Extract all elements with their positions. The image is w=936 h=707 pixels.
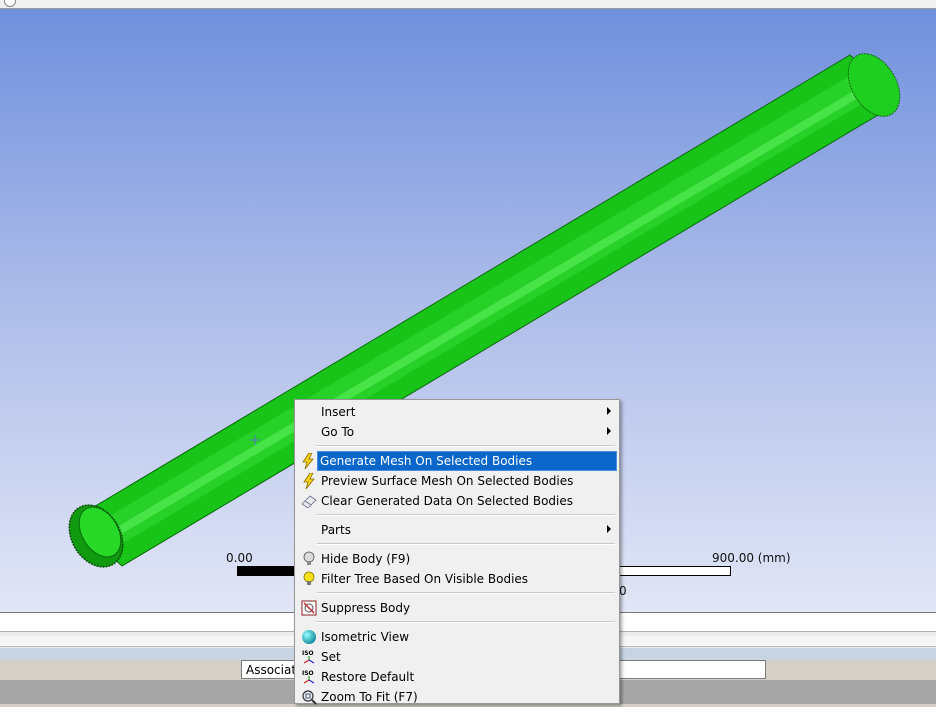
menu-item-label: Zoom To Fit (F7) bbox=[321, 690, 418, 704]
scale-right-label: 900.00 (mm) bbox=[712, 551, 791, 565]
menu-item-suppress-body[interactable]: Suppress Body bbox=[297, 598, 617, 618]
iso-axes-icon: ISO bbox=[301, 649, 317, 665]
sphere-icon bbox=[301, 629, 317, 645]
suppress-icon bbox=[301, 600, 317, 616]
eraser-icon bbox=[301, 493, 317, 509]
submenu-arrow-icon bbox=[607, 427, 611, 435]
menu-item-parts[interactable]: Parts bbox=[297, 520, 617, 540]
menu-item-label: Set bbox=[321, 650, 341, 664]
menu-item-preview-surface-mesh[interactable]: Preview Surface Mesh On Selected Bodies bbox=[297, 471, 617, 491]
menu-item-clear-generated-data[interactable]: Clear Generated Data On Selected Bodies bbox=[297, 491, 617, 511]
menu-item-label: Insert bbox=[321, 405, 356, 419]
svg-text:ISO: ISO bbox=[302, 650, 314, 657]
menu-item-label: Hide Body (F9) bbox=[321, 552, 411, 566]
scale-left-label: 0.00 bbox=[226, 551, 253, 565]
svg-text:ISO: ISO bbox=[302, 670, 314, 677]
lightning-icon bbox=[300, 453, 316, 469]
menu-separator bbox=[317, 543, 615, 545]
menu-item-generate-mesh[interactable]: Generate Mesh On Selected Bodies bbox=[302, 451, 617, 471]
menu-item-hide-body[interactable]: Hide Body (F9) bbox=[297, 549, 617, 569]
zoom-fit-icon bbox=[301, 689, 317, 705]
menu-item-set[interactable]: ISO Set bbox=[297, 647, 617, 667]
menu-separator bbox=[317, 592, 615, 594]
menu-item-go-to[interactable]: Go To bbox=[297, 422, 617, 442]
scale-mid-label: 0 bbox=[619, 584, 627, 598]
menu-item-label: Parts bbox=[321, 523, 351, 537]
menu-item-label: Preview Surface Mesh On Selected Bodies bbox=[321, 474, 574, 488]
menu-item-label: Generate Mesh On Selected Bodies bbox=[320, 454, 533, 468]
menu-separator bbox=[317, 621, 615, 623]
menu-item-label: Suppress Body bbox=[321, 601, 411, 615]
lightbulb-off-icon bbox=[301, 551, 317, 567]
menu-item-label: Go To bbox=[321, 425, 355, 439]
menu-item-label: Filter Tree Based On Visible Bodies bbox=[321, 572, 529, 586]
lightbulb-on-icon bbox=[301, 571, 317, 587]
menu-item-filter-tree[interactable]: Filter Tree Based On Visible Bodies bbox=[297, 569, 617, 589]
menu-item-isometric-view[interactable]: Isometric View bbox=[297, 627, 617, 647]
menu-separator bbox=[317, 445, 615, 447]
menu-item-insert[interactable]: Insert bbox=[297, 402, 617, 422]
menu-item-restore-default[interactable]: ISO Restore Default bbox=[297, 667, 617, 687]
menu-item-label: Isometric View bbox=[321, 630, 410, 644]
menu-item-label: Clear Generated Data On Selected Bodies bbox=[321, 494, 573, 508]
context-menu: Insert Go To Generate Mesh On Selected B… bbox=[294, 399, 620, 707]
menu-item-label: Restore Default bbox=[321, 670, 415, 684]
lightning-icon bbox=[301, 473, 317, 489]
iso-axes-icon: ISO bbox=[301, 669, 317, 685]
submenu-arrow-icon bbox=[607, 407, 611, 415]
menu-item-zoom-to-fit[interactable]: Zoom To Fit (F7) bbox=[297, 687, 617, 707]
menu-separator bbox=[317, 514, 615, 516]
submenu-arrow-icon bbox=[607, 525, 611, 533]
